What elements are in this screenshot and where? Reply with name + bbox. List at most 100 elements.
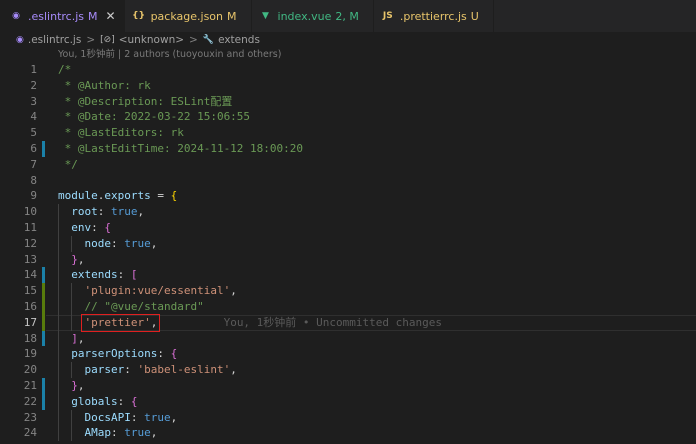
- token: true: [144, 410, 171, 424]
- token: parserOptions: [58, 347, 158, 361]
- token: }: [58, 252, 78, 266]
- line-number: 5: [30, 126, 37, 140]
- code-line: 5 * @LastEditors: rk: [0, 125, 696, 141]
- vue-icon: ◉: [12, 11, 20, 21]
- git-change-marker: [42, 378, 45, 394]
- token: /*: [58, 63, 72, 76]
- code-text: node: true,: [58, 236, 157, 252]
- git-change-marker: [42, 267, 45, 284]
- token: :: [157, 347, 171, 361]
- breadcrumb-property[interactable]: extends: [218, 34, 260, 46]
- code-text: * @Date: 2022-03-22 15:06:55: [58, 109, 250, 125]
- line-number: 21: [23, 379, 37, 392]
- tab-package-json[interactable]: {} package.json M: [125, 0, 252, 32]
- code-line: 16 // "@vue/standard": [0, 299, 696, 315]
- vue-file-icon: ▼: [262, 11, 269, 21]
- code-text: * @LastEditTime: 2024-11-12 18:00:20: [58, 141, 303, 157]
- line-number: 23: [23, 410, 37, 424]
- token: * @Author: rk: [58, 78, 151, 92]
- token: AMap: [58, 426, 111, 440]
- code-line: 2 * @Author: rk: [0, 78, 696, 94]
- code-line: 1 /*: [0, 62, 696, 78]
- tab-index-vue[interactable]: ▼ index.vue 2, M: [252, 0, 374, 32]
- token: }: [58, 379, 78, 392]
- token: true: [111, 205, 138, 219]
- token: root: [58, 205, 98, 219]
- code-text: AMap: true,: [58, 425, 157, 441]
- code-line: 4 * @Date: 2022-03-22 15:06:55: [0, 109, 696, 125]
- line-number: 7: [30, 157, 37, 171]
- code-text: extends: [: [58, 267, 137, 283]
- token: ,: [230, 284, 237, 298]
- token: :: [130, 410, 145, 424]
- code-text: * @Description: ESLint配置: [58, 94, 233, 110]
- line-number: 20: [23, 363, 37, 377]
- token: extends: [58, 268, 118, 282]
- tab-label: package.json: [150, 9, 224, 23]
- chevron-right-icon: >: [189, 34, 198, 46]
- token: {: [104, 221, 111, 234]
- code-line: 15 'plugin:vue/essential',: [0, 283, 696, 299]
- code-text: parser: 'babel-eslint',: [58, 362, 237, 378]
- line-number: 1: [30, 63, 37, 76]
- line-number: 17: [23, 315, 37, 329]
- token: node: [58, 236, 111, 250]
- code-text: globals: {: [58, 394, 137, 410]
- line-number: 14: [23, 268, 37, 282]
- token: ]: [58, 331, 78, 345]
- json-icon: {}: [132, 11, 145, 21]
- token: {: [130, 394, 138, 408]
- tab-label: index.vue: [277, 9, 332, 23]
- git-change-marker: [42, 393, 45, 410]
- codelens-blame[interactable]: You, 1秒钟前 | 2 authors (tuoyouxin and oth…: [58, 48, 281, 62]
- code-line: 13 },: [0, 252, 696, 268]
- line-number: 9: [30, 189, 37, 203]
- breadcrumb-file[interactable]: .eslintrc.js: [28, 34, 81, 46]
- token: ,: [77, 252, 85, 266]
- token: module: [58, 189, 98, 203]
- token: ,: [77, 379, 85, 392]
- token: 'plugin:vue/essential': [58, 284, 231, 298]
- code-text: * @Author: rk: [58, 78, 151, 94]
- breadcrumb-symbol[interactable]: <unknown>: [119, 34, 184, 46]
- line-number: 12: [23, 236, 37, 250]
- indent-guide: [71, 409, 73, 442]
- code-text: /*: [58, 62, 71, 78]
- token: globals: [58, 394, 118, 408]
- token: * @Date: 2022-03-22 15:06:55: [58, 110, 251, 124]
- token: ,: [230, 363, 237, 377]
- code-line: 24 AMap: true,: [0, 425, 696, 441]
- token: // "@vue/standard": [58, 300, 204, 313]
- line-number: 3: [30, 94, 37, 108]
- tab-eslintrc-js[interactable]: ◉ .eslintrc.js M ✕: [0, 0, 125, 32]
- code-line: 10 root: true,: [0, 204, 696, 220]
- line-number: 8: [30, 173, 37, 187]
- code-line: 20 parser: 'babel-eslint',: [0, 362, 696, 378]
- git-change-marker: [42, 314, 45, 331]
- code-text: env: {: [58, 220, 111, 236]
- code-text: parserOptions: {: [58, 346, 177, 362]
- line-number: 15: [23, 284, 37, 298]
- code-editor[interactable]: 1/* 2 * @Author: rk 3 * @Description: ESLi…: [0, 62, 696, 444]
- git-change-marker: [42, 330, 45, 347]
- tab-status-badge: M: [227, 9, 237, 23]
- code-text: * @LastEditors: rk: [58, 125, 184, 141]
- close-icon[interactable]: ✕: [106, 9, 116, 23]
- token: [: [130, 268, 138, 282]
- code-text: },: [58, 378, 85, 394]
- code-text: root: true,: [58, 204, 144, 220]
- token: DocsAPI: [58, 410, 131, 424]
- token: 'babel-eslint': [137, 363, 231, 377]
- token: ,: [150, 426, 158, 440]
- code-line: 19 parserOptions: {: [0, 346, 696, 362]
- line-number: 13: [23, 252, 37, 266]
- code-line: 21 },: [0, 378, 696, 394]
- tab-prettierrc-js[interactable]: JS .prettierrc.js U: [374, 0, 494, 32]
- token: :: [117, 394, 131, 408]
- tab-status-badge: M: [88, 9, 98, 23]
- code-text: // "@vue/standard": [58, 299, 204, 315]
- token: :: [110, 236, 125, 250]
- line-number: 2: [30, 78, 37, 92]
- line-number: 22: [23, 394, 37, 408]
- code-line: 7 */: [0, 157, 696, 173]
